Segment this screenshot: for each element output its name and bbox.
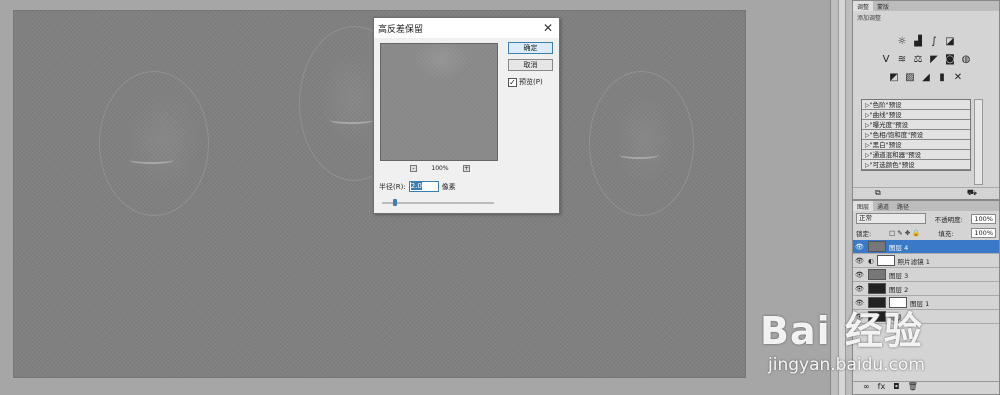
layer-name[interactable]: 图层 3	[889, 270, 908, 280]
radius-label: 半径(R):	[379, 182, 406, 191]
clip-icon[interactable]: ⧉	[875, 188, 881, 199]
layer-name[interactable]: 图层 4	[889, 242, 908, 252]
trash-icon[interactable]: 🗑	[908, 382, 918, 394]
gradient-map-icon[interactable]: ▮	[936, 72, 948, 84]
preset-item[interactable]: "黑白"预设	[862, 140, 970, 150]
smile-middle	[329, 116, 374, 124]
posterize-icon[interactable]: ▨	[904, 72, 916, 84]
layer-row[interactable]: 👁 图层 3	[853, 268, 999, 282]
lock-icons[interactable]: □ ✎ ✥ 🔒	[889, 229, 920, 237]
opacity-label: 不透明度:	[934, 215, 963, 224]
close-icon[interactable]: ✕	[543, 21, 553, 35]
blend-mode-select[interactable]: 正常	[856, 213, 926, 224]
checkbox-box[interactable]: ✓	[508, 77, 517, 87]
preset-item[interactable]: "曲线"预设	[862, 110, 970, 120]
radius-value: 2.0	[410, 182, 422, 190]
eye-icon[interactable]: 👁	[855, 257, 865, 265]
layer-name[interactable]: 图层 2	[889, 284, 908, 294]
lock-label: 锁定:	[856, 230, 872, 238]
zoom-out-button[interactable]: -	[410, 165, 417, 172]
lock-row: 锁定: □ ✎ ✥ 🔒 填充: 100%	[853, 226, 999, 240]
tab-masks[interactable]: 蒙版	[873, 1, 893, 11]
invert-icon[interactable]: ◩	[888, 72, 900, 84]
smile-left	[129, 156, 174, 164]
tab-layers[interactable]: 图层	[853, 201, 874, 211]
blend-row: 正常 不透明度: 100%	[853, 211, 999, 226]
zoom-level: 100%	[431, 165, 449, 172]
layers-tabs: 图层 通道 路径	[853, 201, 999, 211]
ok-button[interactable]: 确定	[508, 42, 553, 54]
adjustments-title: 添加调整	[857, 15, 882, 22]
presets-scrollbar[interactable]	[974, 99, 983, 185]
adjustment-layer-icon: ◐	[868, 256, 874, 265]
radius-input[interactable]: 2.0	[408, 181, 439, 192]
layer-row[interactable]: 👁 图层 2	[853, 282, 999, 296]
adjustments-tabs: 调整 蒙版	[853, 1, 999, 11]
dialog-title: 高反差保留	[374, 18, 559, 38]
radius-row: 半径(R): 2.0 像素	[379, 181, 456, 192]
tab-paths[interactable]: 路径	[893, 201, 913, 211]
adjustments-panel: 调整 蒙版 添加调整 ☼ ▟ ∫ ◪ V ≋ ⚖ ◤ ◙ ◍ ◩ ▨ ◢ ▮ ✕…	[852, 0, 1000, 200]
layer-mask-thumbnail	[876, 255, 895, 266]
fill-input[interactable]: 100%	[971, 228, 996, 238]
adjust-menu-icon[interactable]: ⛟	[967, 188, 977, 199]
layer-thumbnail	[868, 283, 886, 294]
cancel-button[interactable]: 取消	[508, 59, 553, 71]
face-left	[99, 71, 209, 216]
layers-footer: ∞ fx ◘ 🗑	[853, 381, 999, 394]
adjust-icons-row-1: ☼ ▟ ∫ ◪	[853, 36, 999, 48]
adjust-icons-row-3: ◩ ▨ ◢ ▮ ✕	[853, 72, 999, 84]
slider-thumb[interactable]	[392, 199, 397, 206]
baidu-watermark: Bai 经验 jingyan.baidu.com	[760, 300, 960, 375]
watermark-url: jingyan.baidu.com	[768, 355, 925, 375]
smile-right	[619, 151, 659, 159]
filter-preview[interactable]	[380, 43, 498, 161]
selective-color-icon[interactable]: ✕	[952, 72, 964, 84]
eye-icon[interactable]: 👁	[855, 271, 865, 279]
balance-icon[interactable]: ⚖	[912, 54, 924, 66]
zoom-controls: - 100% +	[410, 165, 470, 172]
preset-item[interactable]: "通道混和器"预设	[862, 150, 970, 160]
exposure-icon[interactable]: ◪	[944, 36, 956, 48]
layer-thumbnail	[868, 269, 886, 280]
preview-checkbox[interactable]: ✓ 预览(P)	[508, 77, 543, 87]
preview-label: 预览(P)	[519, 78, 543, 86]
threshold-icon[interactable]: ◢	[920, 72, 932, 84]
preset-item[interactable]: "可选颜色"预设	[862, 160, 970, 170]
layer-row[interactable]: 👁 图层 4	[853, 240, 999, 254]
tab-channels[interactable]: 通道	[873, 201, 893, 211]
adjust-icons-row-2: V ≋ ⚖ ◤ ◙ ◍	[853, 54, 999, 66]
hue-icon[interactable]: ≋	[896, 54, 908, 66]
radius-unit: 像素	[441, 182, 456, 191]
radius-slider[interactable]	[382, 199, 494, 206]
preset-item[interactable]: "色相/饱和度"预设	[862, 130, 970, 140]
watermark-logo: Bai 经验	[760, 309, 923, 353]
layer-row[interactable]: 👁 ◐ 照片滤镜 1	[853, 254, 999, 268]
adjustments-footer: ⧉ ⛟	[853, 187, 999, 199]
tab-adjustments[interactable]: 调整	[853, 1, 874, 11]
brightness-icon[interactable]: ☼	[896, 36, 908, 48]
photo-filter-icon[interactable]: ◙	[944, 54, 956, 66]
preset-item[interactable]: "曝光度"预设	[862, 120, 970, 130]
layer-name[interactable]: 照片滤镜 1	[898, 256, 930, 266]
high-pass-dialog: 高反差保留 ✕ - 100% + 确定 取消 ✓ 预览(P) 半径(R): 2.…	[373, 17, 560, 214]
vibrance-icon[interactable]: V	[880, 54, 892, 66]
eye-icon[interactable]: 👁	[855, 243, 865, 251]
workspace: 高反差保留 ✕ - 100% + 确定 取消 ✓ 预览(P) 半径(R): 2.…	[0, 0, 830, 395]
face-right	[589, 71, 694, 216]
eye-icon[interactable]: 👁	[855, 285, 865, 293]
fill-label: 填充:	[938, 230, 954, 238]
mask-icon[interactable]: ◘	[893, 382, 899, 394]
preset-item[interactable]: "色阶"预设	[862, 100, 970, 110]
opacity-input[interactable]: 100%	[971, 213, 996, 224]
curves-icon[interactable]: ∫	[928, 36, 940, 48]
levels-icon[interactable]: ▟	[912, 36, 924, 48]
presets-list: "色阶"预设 "曲线"预设 "曝光度"预设 "色相/饱和度"预设 "黑白"预设 …	[861, 99, 971, 171]
link-icon[interactable]: ∞	[863, 382, 870, 394]
zoom-in-button[interactable]: +	[463, 165, 470, 172]
mixer-icon[interactable]: ◍	[960, 54, 972, 66]
bw-icon[interactable]: ◤	[928, 54, 940, 66]
fx-icon[interactable]: fx	[878, 382, 886, 394]
layer-thumbnail	[868, 241, 886, 252]
